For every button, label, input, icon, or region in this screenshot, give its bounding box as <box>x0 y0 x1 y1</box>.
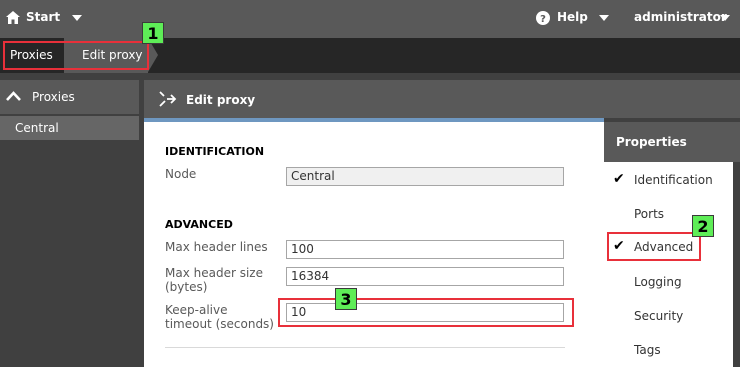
home-icon <box>6 11 20 24</box>
main-header: Edit proxy <box>144 80 740 118</box>
checkmark-icon: ✔ <box>613 171 625 187</box>
max-header-size-label: Max header size <box>165 266 263 280</box>
callout-1-badge: 1 <box>142 22 164 44</box>
property-item-logging[interactable]: Logging <box>612 273 732 291</box>
chevron-down-icon <box>720 15 730 21</box>
start-label: Start <box>26 10 61 24</box>
help-menu-button[interactable]: ? Help <box>536 9 612 29</box>
node-label: Node <box>165 167 197 181</box>
node-field: Central <box>286 167 564 186</box>
svg-text:?: ? <box>540 14 546 25</box>
property-item-security[interactable]: Security <box>612 307 732 325</box>
callout-1-highlight <box>3 41 149 70</box>
user-label: administrator <box>634 10 727 24</box>
left-nav-header-label: Proxies <box>32 90 75 104</box>
edit-proxy-icon <box>159 91 177 107</box>
callout-3-badge: 3 <box>335 288 357 310</box>
page-title: Edit proxy <box>186 93 256 107</box>
section-title-advanced: ADVANCED <box>165 218 233 231</box>
callout-2-badge: 2 <box>692 215 714 237</box>
chevron-down-icon <box>72 15 82 21</box>
callout-3-highlight <box>278 298 574 327</box>
keep-alive-label-units: timeout (seconds) <box>165 317 274 331</box>
property-item-identification[interactable]: ✔ Identification <box>612 171 732 189</box>
property-item-tags[interactable]: Tags <box>612 341 732 359</box>
top-bar <box>0 0 740 38</box>
property-label: Security <box>634 309 684 323</box>
chevron-down-icon <box>599 15 609 21</box>
property-label: Tags <box>634 343 661 357</box>
keep-alive-label: Keep-alive <box>165 303 228 317</box>
properties-header: Properties <box>604 122 740 162</box>
start-menu-button[interactable]: Start <box>6 9 86 29</box>
properties-panel <box>604 162 733 367</box>
section-title-identification: IDENTIFICATION <box>165 145 265 158</box>
max-header-size-input[interactable]: 16384 <box>286 267 564 286</box>
callout-2-highlight <box>607 232 701 261</box>
help-label: Help <box>557 10 588 24</box>
left-nav-item-central[interactable]: Central <box>0 116 139 140</box>
max-header-size-label-units: (bytes) <box>165 280 208 294</box>
chevron-up-icon <box>6 91 21 101</box>
property-label: Logging <box>634 275 682 289</box>
left-nav-header[interactable]: Proxies <box>0 80 139 114</box>
property-label: Identification <box>634 173 713 187</box>
user-menu-button[interactable]: administrator <box>634 9 738 29</box>
max-header-lines-label: Max header lines <box>165 240 268 254</box>
section-divider <box>165 347 565 348</box>
property-item-ports[interactable]: Ports <box>612 205 732 223</box>
max-header-lines-input[interactable]: 100 <box>286 240 564 259</box>
help-icon: ? <box>536 11 550 25</box>
property-label: Ports <box>634 207 665 221</box>
